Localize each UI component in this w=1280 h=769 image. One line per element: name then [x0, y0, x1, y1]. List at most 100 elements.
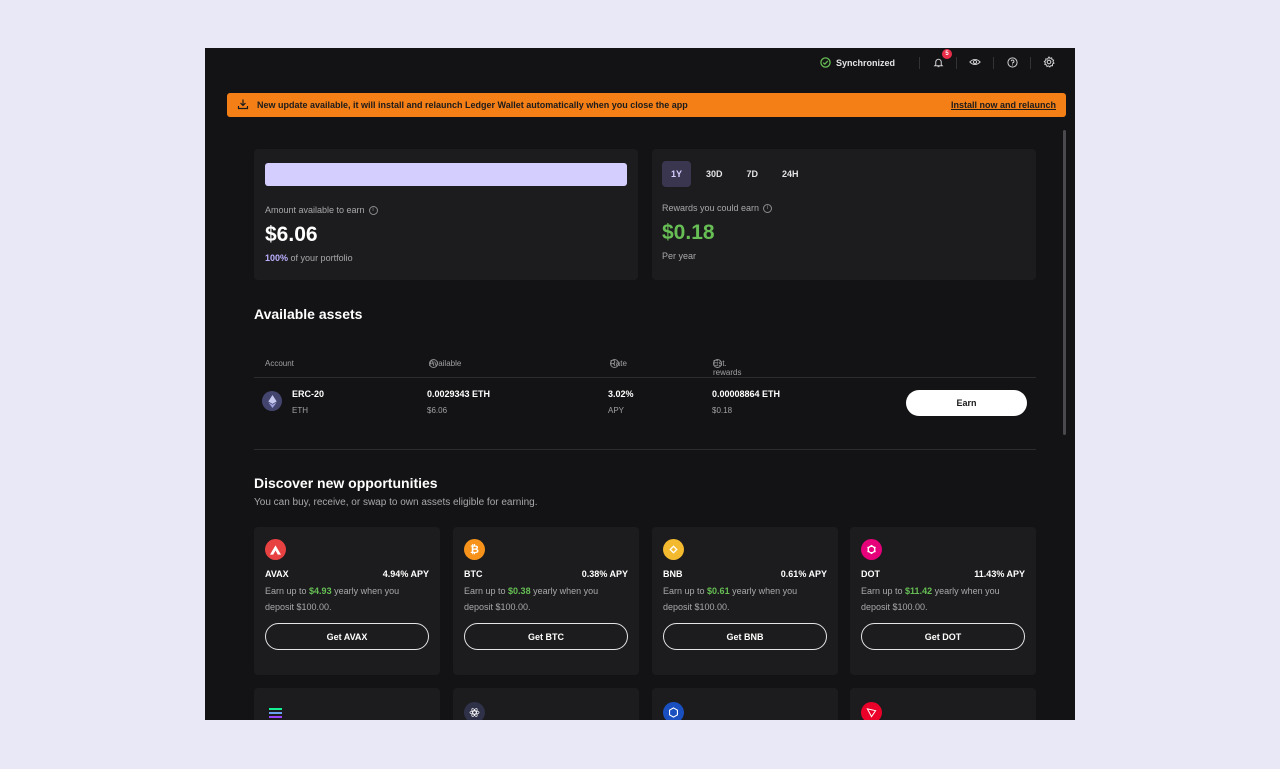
amount-available-label: Amount available to earn	[265, 205, 365, 215]
available-amount: 0.0029343 ETH	[427, 389, 491, 399]
desc-suffix: deposit $100.00.	[861, 602, 928, 612]
amount-available-label-row: Amount available to earn i	[265, 205, 627, 215]
help-button[interactable]	[1004, 55, 1020, 71]
portfolio-bar	[265, 163, 627, 186]
assets-table-header: Account Available i Rate i Est. rewards i	[254, 359, 1036, 377]
info-icon[interactable]: i	[763, 203, 773, 213]
divider	[956, 57, 957, 69]
bell-icon	[933, 57, 944, 70]
hide-balances-button[interactable]	[967, 55, 983, 71]
help-circle-icon	[1006, 56, 1018, 70]
card-header: BTC 0.38% APY	[464, 569, 628, 579]
card-description: Earn up to $0.38 yearly when you deposit…	[464, 583, 628, 615]
available-cell: 0.0029343 ETH $6.06	[427, 389, 490, 415]
rewards-period: Per year	[662, 251, 697, 261]
period-7d[interactable]: 7D	[738, 161, 768, 187]
card-ticker: AVAX	[265, 569, 289, 579]
rewards-amount: 0.00008864 ETH	[712, 389, 781, 399]
available-fiat: $6.06	[427, 406, 448, 415]
info-icon[interactable]: i	[429, 359, 438, 368]
period-30d[interactable]: 30D	[697, 161, 732, 187]
earn-amount: $11.42	[905, 586, 933, 596]
divider	[993, 57, 994, 69]
available-assets-title: Available assets	[254, 306, 363, 322]
get-bnb-button[interactable]: Get BNB	[663, 623, 827, 650]
info-icon[interactable]: i	[610, 359, 619, 368]
desc-prefix: Earn up to	[464, 586, 506, 596]
desc-mid: yearly when you	[732, 586, 798, 596]
rate-type: APY	[608, 406, 625, 415]
info-icon[interactable]: i	[713, 359, 722, 368]
discover-title: Discover new opportunities	[254, 475, 438, 491]
opportunity-card	[254, 688, 440, 720]
gear-icon	[1043, 56, 1055, 70]
table-row[interactable]: ERC-20 ETH 0.0029343 ETH $6.06 3.02% APY…	[254, 383, 1036, 421]
card-ticker: DOT	[861, 569, 880, 579]
settings-button[interactable]	[1041, 55, 1057, 71]
amount-available-card: Amount available to earn i $6.06 100% of…	[254, 149, 638, 280]
card-apy: 0.38% APY	[581, 569, 628, 579]
account-name: ERC-20	[292, 389, 325, 399]
scrollbar[interactable]	[1063, 130, 1066, 435]
opportunity-card-btc: ₿ BTC 0.38% APY Earn up to $0.38 yearly …	[453, 527, 639, 675]
card-apy: 0.61% APY	[780, 569, 827, 579]
info-icon[interactable]: i	[368, 205, 378, 215]
desc-suffix: deposit $100.00.	[663, 602, 730, 612]
card-ticker: BTC	[464, 569, 483, 579]
notifications-button[interactable]: 5	[930, 49, 952, 71]
card-apy: 11.43% APY	[974, 569, 1025, 579]
get-avax-button[interactable]: Get AVAX	[265, 623, 429, 650]
account-cell: ERC-20 ETH	[292, 389, 324, 415]
card-description: Earn up to $11.42 yearly when you deposi…	[861, 583, 1025, 615]
card-description: Earn up to $4.93 yearly when you deposit…	[265, 583, 429, 615]
opportunity-card-avax: AVAX 4.94% APY Earn up to $4.93 yearly w…	[254, 527, 440, 675]
rate-cell: 3.02% APY	[608, 389, 634, 415]
account-ticker: ETH	[292, 406, 308, 415]
update-message: New update available, it will install an…	[257, 100, 688, 110]
card-description: Earn up to $0.61 yearly when you deposit…	[663, 583, 827, 615]
get-btc-button[interactable]: Get BTC	[464, 623, 628, 650]
section-divider	[254, 449, 1036, 450]
divider	[919, 57, 920, 69]
opportunity-card-dot: DOT 11.43% APY Earn up to $11.42 yearly …	[850, 527, 1036, 675]
card-header: DOT 11.43% APY	[861, 569, 1025, 579]
divider	[1030, 57, 1031, 69]
earn-amount: $0.61	[707, 586, 730, 596]
rate-value: 3.02%	[608, 389, 634, 399]
rewards-label: Rewards you could earn	[662, 203, 760, 213]
sync-status[interactable]: Synchronized	[820, 56, 895, 70]
install-now-link[interactable]: Install now and relaunch	[951, 100, 1056, 110]
discover-subtitle: You can buy, receive, or swap to own ass…	[254, 497, 538, 508]
rewards-value: $0.18	[662, 221, 715, 244]
card-ticker: BNB	[663, 569, 683, 579]
opportunity-card	[652, 688, 838, 720]
desc-suffix: deposit $100.00.	[464, 602, 531, 612]
portfolio-suffix: of your portfolio	[290, 253, 353, 263]
sync-label: Synchronized	[835, 58, 895, 68]
ledger-wallet-window: Synchronized 5 New update available, it …	[205, 48, 1075, 720]
eye-icon	[969, 57, 981, 69]
portfolio-share: 100% of your portfolio	[265, 253, 627, 263]
opportunity-card	[850, 688, 1036, 720]
rewards-label-row: Rewards you could earn i	[662, 203, 1026, 213]
cardano-icon	[663, 702, 684, 720]
opportunity-card	[453, 688, 639, 720]
desc-suffix: deposit $100.00.	[265, 602, 332, 612]
rewards-cell: 0.00008864 ETH $0.18	[712, 389, 780, 415]
period-24h[interactable]: 24H	[773, 161, 808, 187]
period-selector: 1Y 30D 7D 24H	[662, 161, 1026, 187]
desc-prefix: Earn up to	[663, 586, 705, 596]
card-apy: 4.94% APY	[382, 569, 429, 579]
card-header: BNB 0.61% APY	[663, 569, 827, 579]
earn-amount: $4.93	[309, 586, 332, 596]
portfolio-percent: 100%	[265, 253, 289, 263]
download-icon	[237, 98, 249, 112]
get-dot-button[interactable]: Get DOT	[861, 623, 1025, 650]
desc-prefix: Earn up to	[265, 586, 307, 596]
topbar: Synchronized 5	[205, 48, 1075, 78]
desc-mid: yearly when you	[533, 586, 599, 596]
update-banner: New update available, it will install an…	[227, 93, 1066, 117]
earn-button[interactable]: Earn	[906, 390, 1027, 416]
period-1y[interactable]: 1Y	[662, 161, 692, 187]
amount-available-value: $6.06	[265, 223, 318, 246]
